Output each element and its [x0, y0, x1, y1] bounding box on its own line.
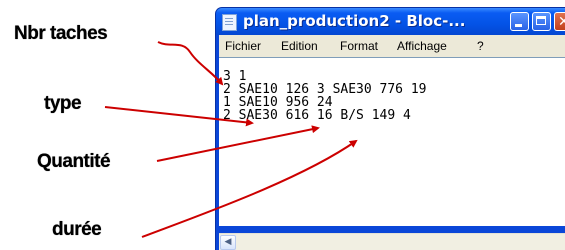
maximize-icon — [536, 16, 546, 25]
text-line: 2 SAE30 616 16 B/S 149 4 — [223, 108, 411, 123]
menu-help[interactable]: ? — [477, 39, 484, 53]
notepad-icon[interactable] — [222, 14, 237, 31]
menu-bar: Fichier Edition Format Affichage ? — [219, 35, 565, 57]
minimize-button[interactable] — [510, 12, 529, 31]
maximize-button[interactable] — [532, 12, 551, 31]
window-title: plan_production2 - Bloc-... — [243, 12, 466, 30]
menu-fichier[interactable]: Fichier — [225, 39, 261, 53]
horizontal-scrollbar[interactable]: ◀ — [219, 233, 565, 250]
annotation-nbr-taches: Nbr taches — [14, 23, 108, 44]
minimize-icon — [515, 24, 522, 27]
text-editor[interactable]: 3 1 2 SAE10 126 3 SAE30 776 19 1 SAE10 9… — [219, 57, 565, 226]
menu-affichage[interactable]: Affichage — [397, 39, 447, 53]
close-icon: ✕ — [558, 14, 565, 30]
title-bar[interactable]: plan_production2 - Bloc-... ✕ — [216, 8, 565, 35]
annotation-duree: durée — [52, 219, 102, 240]
scroll-left-icon: ◀ — [224, 237, 232, 247]
scroll-left-button[interactable]: ◀ — [220, 235, 236, 250]
notepad-window: plan_production2 - Bloc-... ✕ Fichier Ed… — [215, 7, 565, 250]
annotation-type: type — [44, 93, 82, 114]
close-button[interactable]: ✕ — [554, 12, 565, 31]
menu-format[interactable]: Format — [340, 39, 378, 53]
arrow-nbr-taches — [157, 41, 224, 86]
annotation-quantite: Quantité — [37, 151, 111, 172]
menu-edition[interactable]: Edition — [281, 39, 318, 53]
